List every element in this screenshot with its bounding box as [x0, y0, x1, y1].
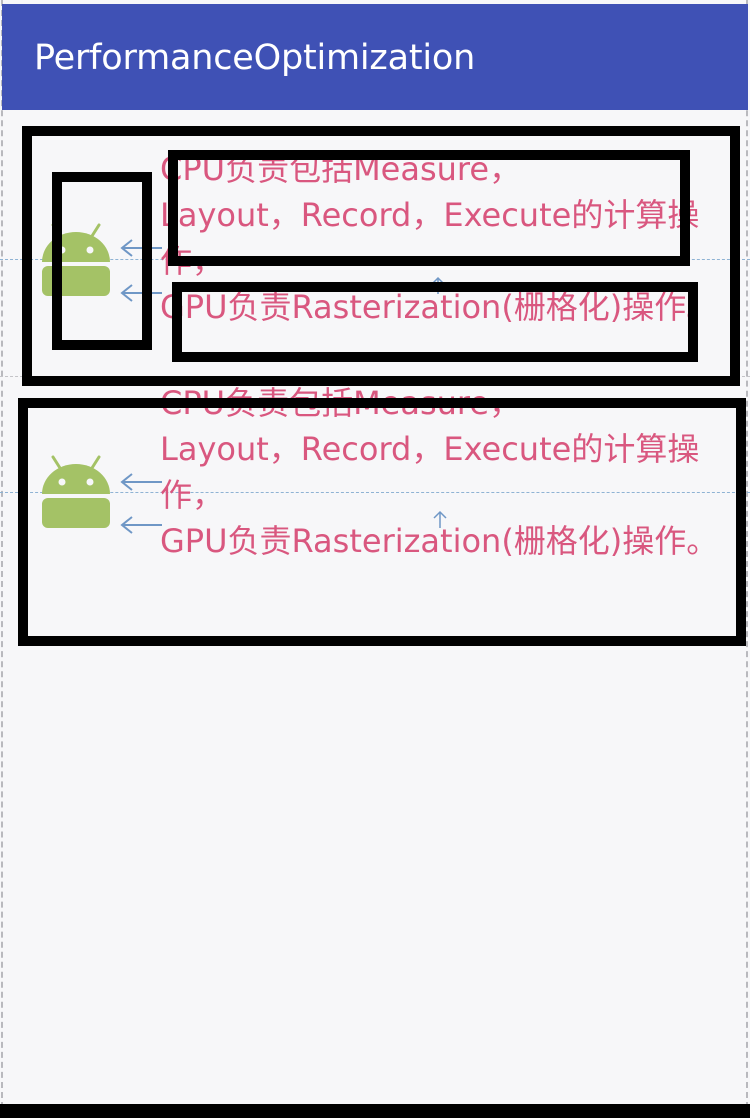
app-title: PerformanceOptimization — [34, 38, 476, 78]
bottom-bar — [0, 1104, 750, 1118]
frame-left-edge — [1, 0, 3, 1118]
highlight-box-text-bottom — [172, 282, 698, 362]
app-bar: PerformanceOptimization — [2, 4, 748, 110]
highlight-box-icon — [52, 172, 152, 350]
highlight-box-item — [18, 398, 746, 646]
frame-right-edge — [746, 0, 748, 1118]
highlight-box-text-top — [168, 150, 690, 266]
